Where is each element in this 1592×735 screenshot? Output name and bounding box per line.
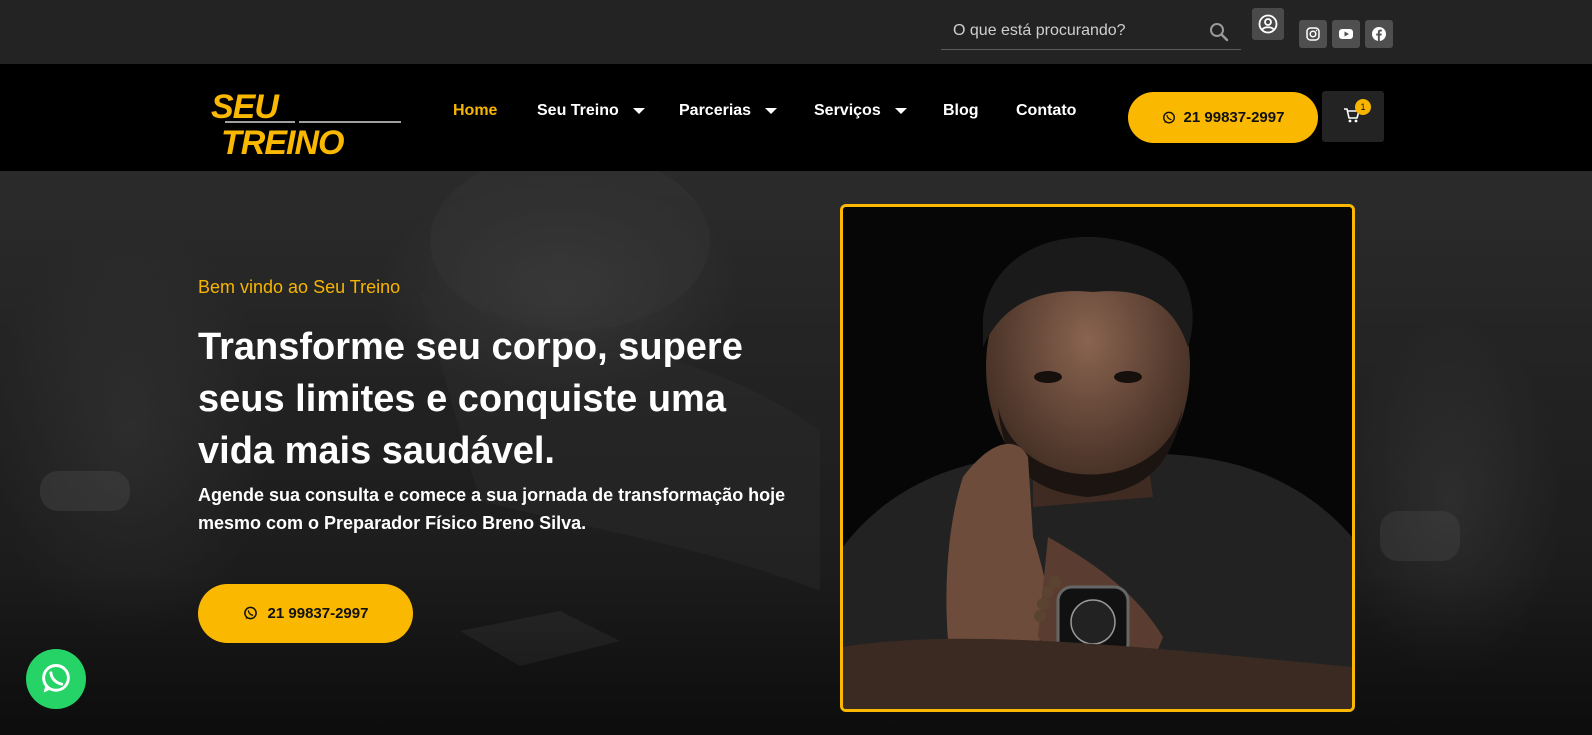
hero-whatsapp-button[interactable]: 21 99837-2997 bbox=[198, 584, 413, 643]
hero-headline: Transforme seu corpo, supere seus limite… bbox=[198, 326, 743, 472]
instagram-icon bbox=[1306, 27, 1320, 41]
seu-treino-logo[interactable]: SEU TREINO bbox=[207, 86, 403, 158]
top-bar bbox=[0, 0, 1592, 64]
hero-subtitle: Agende sua consulta e comece a sua jorna… bbox=[198, 485, 786, 533]
hero-whatsapp-label: 21 99837-2997 bbox=[267, 605, 369, 622]
nav-home[interactable]: Home bbox=[453, 100, 497, 122]
search-input[interactable] bbox=[941, 14, 1203, 48]
whatsapp-icon bbox=[42, 664, 70, 693]
whatsapp-cta-button[interactable]: 21 99837-2997 bbox=[1128, 92, 1318, 143]
main-navbar: SEU TREINO Home Seu Treino Parcerias Ser… bbox=[0, 64, 1592, 171]
trainer-photo bbox=[840, 204, 1355, 712]
whatsapp-cta-label: 21 99837-2997 bbox=[1183, 109, 1285, 126]
nav-seu-treino[interactable]: Seu Treino bbox=[537, 100, 645, 122]
nav-servicos-label: Serviços bbox=[814, 102, 881, 119]
instagram-link[interactable] bbox=[1299, 20, 1327, 48]
whatsapp-icon bbox=[1162, 111, 1175, 124]
nav-blog-label: Blog bbox=[943, 102, 979, 119]
nav-home-label: Home bbox=[453, 102, 498, 119]
nav-parcerias-label: Parcerias bbox=[679, 102, 752, 119]
hero-eyebrow: Bem vindo ao Seu Treino bbox=[198, 277, 401, 297]
cart-button[interactable]: 1 bbox=[1322, 91, 1384, 142]
nav-parcerias[interactable]: Parcerias bbox=[679, 100, 778, 122]
account-button[interactable] bbox=[1252, 8, 1284, 40]
facebook-icon bbox=[1372, 27, 1386, 41]
nav-contato-label: Contato bbox=[1016, 102, 1077, 119]
youtube-icon bbox=[1339, 29, 1353, 39]
facebook-link[interactable] bbox=[1365, 20, 1393, 48]
hero-section: Bem vindo ao Seu Treino Transforme seu c… bbox=[0, 171, 1592, 735]
nav-contato[interactable]: Contato bbox=[1016, 100, 1076, 122]
caret-down-icon bbox=[894, 108, 907, 114]
user-icon bbox=[1258, 14, 1278, 34]
youtube-link[interactable] bbox=[1332, 20, 1360, 48]
cart-count-badge: 1 bbox=[1355, 99, 1371, 115]
nav-blog[interactable]: Blog bbox=[943, 100, 979, 122]
whatsapp-icon bbox=[243, 606, 257, 620]
nav-seu-treino-label: Seu Treino bbox=[537, 102, 619, 119]
caret-down-icon bbox=[765, 108, 778, 114]
caret-down-icon bbox=[632, 108, 645, 114]
svg-text:TREINO: TREINO bbox=[221, 124, 344, 158]
floating-whatsapp-button[interactable] bbox=[26, 649, 86, 709]
svg-text:SEU: SEU bbox=[211, 88, 280, 126]
search-icon[interactable] bbox=[1209, 22, 1229, 42]
nav-servicos[interactable]: Serviços bbox=[814, 100, 907, 122]
trainer-portrait-illustration bbox=[843, 207, 1352, 709]
search-box bbox=[941, 14, 1241, 50]
